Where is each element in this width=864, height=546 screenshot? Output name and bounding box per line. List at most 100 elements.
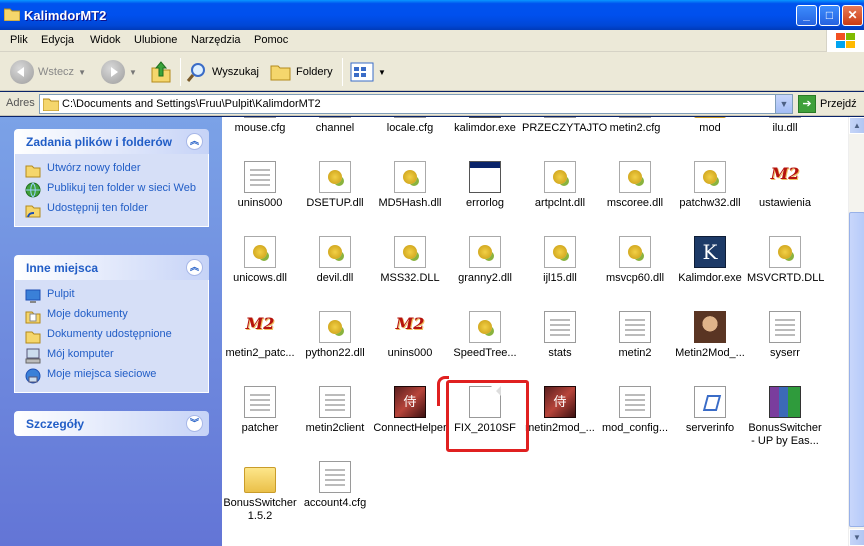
minimize-button[interactable]: _ xyxy=(796,5,817,26)
file-item[interactable]: MD5Hash.dll xyxy=(372,161,448,210)
menu-help[interactable]: Pomoc xyxy=(254,34,288,46)
dll-icon xyxy=(619,236,651,268)
file-item[interactable]: Metin2Mod_... xyxy=(672,311,748,360)
vertical-scrollbar[interactable]: ▲ ▼ xyxy=(848,117,864,546)
file-name: locale.cfg xyxy=(386,122,434,134)
chevron-down-icon: ▼ xyxy=(78,67,86,77)
scroll-up-button[interactable]: ▲ xyxy=(849,117,864,134)
file-item[interactable]: stats xyxy=(522,311,598,360)
file-item[interactable]: metin2 xyxy=(597,311,673,360)
file-item[interactable]: SpeedTree... xyxy=(447,311,523,360)
file-item[interactable]: granny2.dll xyxy=(447,236,523,285)
file-name: PRZECZYTAJTO xyxy=(522,122,608,134)
file-item[interactable]: locale.cfg xyxy=(372,117,448,135)
file-item[interactable]: ustawienia xyxy=(747,161,823,210)
menu-view[interactable]: Widok xyxy=(90,34,121,46)
file-item[interactable]: ilu.dll xyxy=(747,117,823,135)
menu-tools[interactable]: Narzędzia xyxy=(191,34,241,46)
file-item[interactable]: 侍 metin2mod_... xyxy=(522,386,598,435)
file-item[interactable]: metin2.cfg xyxy=(597,117,673,135)
annotation-highlight xyxy=(446,380,529,452)
folder-icon xyxy=(4,8,20,21)
file-item[interactable]: unins000 xyxy=(222,161,298,210)
scroll-thumb[interactable] xyxy=(849,212,864,527)
place-desktop-label: Pulpit xyxy=(47,288,75,300)
file-item[interactable]: msvcp60.dll xyxy=(597,236,673,285)
menu-edit[interactable]: Edycja xyxy=(41,34,74,46)
file-item[interactable]: channel xyxy=(297,117,373,135)
file-item[interactable]: unins000 xyxy=(372,311,448,360)
expand-icon[interactable]: ︾ xyxy=(186,415,203,432)
places-panel-title: Inne miejsca xyxy=(26,261,99,275)
task-new-folder[interactable]: Utwórz nowy folder xyxy=(15,160,208,180)
place-network[interactable]: Moje miejsca sieciowe xyxy=(15,366,208,386)
menu-favorites[interactable]: Ulubione xyxy=(134,34,177,46)
address-dropdown[interactable]: ▼ xyxy=(775,95,792,113)
folder-up-icon xyxy=(151,61,171,83)
file-item[interactable]: mod_config... xyxy=(597,386,673,435)
forward-arrow-icon xyxy=(101,60,125,84)
folders-button[interactable]: Foldery xyxy=(270,58,333,86)
file-item[interactable]: ijl15.dll xyxy=(522,236,598,285)
place-my-computer[interactable]: Mój komputer xyxy=(15,346,208,366)
file-item[interactable]: artpclnt.dll xyxy=(522,161,598,210)
file-item[interactable]: MSVCRTD.DLL xyxy=(747,236,824,285)
close-button[interactable]: ✕ xyxy=(842,5,863,26)
forward-button[interactable]: ▼ xyxy=(101,58,137,86)
views-button[interactable]: ▼ xyxy=(350,58,386,86)
file-name: BonusSwitcher - UP by Eas... xyxy=(748,422,822,447)
task-publish-web[interactable]: Publikuj ten folder w sieci Web xyxy=(15,180,208,200)
places-panel-header[interactable]: Inne miejsca ︽ xyxy=(14,255,209,280)
file-item[interactable]: metin2client xyxy=(297,386,373,435)
file-item[interactable]: metin2_patc... xyxy=(222,311,298,360)
dll-icon xyxy=(319,236,351,268)
back-button[interactable]: Wstecz ▼ xyxy=(10,58,86,86)
file-item[interactable]: mscoree.dll xyxy=(597,161,673,210)
file-item[interactable]: BonusSwitcher 1.5.2 xyxy=(222,461,298,523)
maximize-button[interactable]: □ xyxy=(819,5,840,26)
collapse-icon[interactable]: ︽ xyxy=(186,133,203,150)
place-desktop[interactable]: Pulpit xyxy=(15,286,208,306)
file-item[interactable]: syserr xyxy=(747,311,823,360)
kalimdor-icon: K xyxy=(694,236,726,268)
file-item[interactable]: K Kalimdor.exe xyxy=(672,236,748,285)
address-input[interactable]: C:\Documents and Settings\Fruu\Pulpit\Ka… xyxy=(39,94,793,114)
file-item[interactable]: serverinfo xyxy=(672,386,748,435)
up-button[interactable] xyxy=(150,58,172,86)
file-item[interactable]: unicows.dll xyxy=(222,236,298,285)
place-network-label: Moje miejsca sieciowe xyxy=(47,368,157,380)
place-shared-documents[interactable]: Dokumenty udostępnione xyxy=(15,326,208,346)
dll-icon xyxy=(769,236,801,268)
file-name: ustawienia xyxy=(759,197,811,209)
file-item[interactable]: MSS32.DLL xyxy=(372,236,448,285)
file-item[interactable]: account4.cfg xyxy=(297,461,373,510)
text-file-icon xyxy=(619,117,651,118)
menu-file[interactable]: Plik xyxy=(10,34,28,46)
scroll-down-button[interactable]: ▼ xyxy=(849,529,864,546)
connecthelper-icon: 侍 xyxy=(394,386,426,418)
task-share-folder[interactable]: Udostępnij ten folder xyxy=(15,200,208,220)
file-item[interactable]: python22.dll xyxy=(297,311,373,360)
file-name: DSETUP.dll xyxy=(306,197,364,209)
file-list: mouse.cfg channel locale.cfg kalimdor.exe PR… xyxy=(222,117,848,546)
computer-icon xyxy=(25,348,41,364)
file-item[interactable]: BonusSwitcher - UP by Eas... xyxy=(747,386,823,448)
place-my-documents[interactable]: Moje dokumenty xyxy=(15,306,208,326)
dll-icon xyxy=(544,161,576,193)
go-button[interactable]: ➔ Przejdź xyxy=(798,94,857,114)
file-item[interactable]: DSETUP.dll xyxy=(297,161,373,210)
file-item[interactable]: kalimdor.exe xyxy=(447,117,523,135)
collapse-icon[interactable]: ︽ xyxy=(186,259,203,276)
script-icon xyxy=(694,386,726,418)
file-item[interactable]: patchw32.dll xyxy=(672,161,748,210)
file-item[interactable]: devil.dll xyxy=(297,236,373,285)
file-item[interactable]: errorlog xyxy=(447,161,523,210)
file-item[interactable]: patcher xyxy=(222,386,298,435)
tasks-panel-header[interactable]: Zadania plików i folderów ︽ xyxy=(14,129,209,154)
details-panel-header[interactable]: Szczegóły ︾ xyxy=(14,411,209,436)
file-item[interactable]: mod xyxy=(672,117,748,135)
search-button[interactable]: Wyszukaj xyxy=(186,58,259,86)
text-file-icon xyxy=(244,117,276,118)
file-item[interactable]: mouse.cfg xyxy=(222,117,298,135)
file-item[interactable]: PRZECZYTAJTO xyxy=(522,117,608,135)
